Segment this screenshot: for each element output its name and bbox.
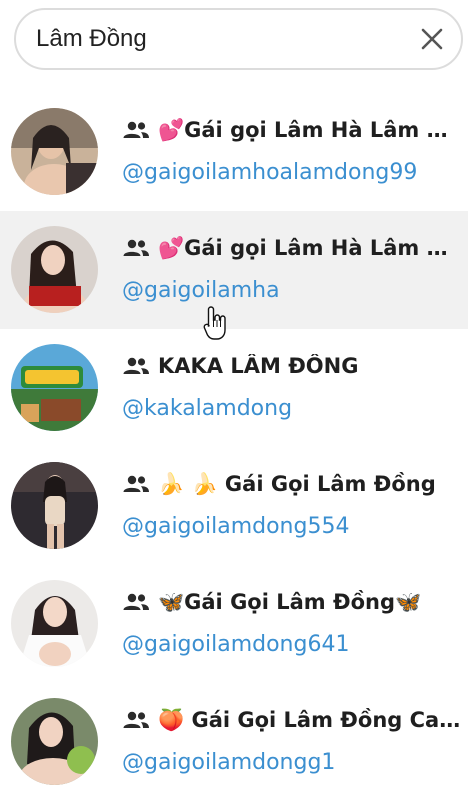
group-icon [123, 593, 149, 610]
group-icon [123, 475, 149, 492]
search-input[interactable] [16, 19, 407, 59]
avatar [11, 226, 98, 313]
result-handle[interactable]: @gaigoilamdongg1 [122, 750, 335, 775]
result-handle[interactable]: @gaigoilamdong641 [122, 632, 349, 657]
result-title: 🍌 🍌 Gái Gọi Lâm Đồng [122, 465, 462, 503]
result-item[interactable]: 🦋Gái Gọi Lâm Đồng🦋 @gaigoilamdong641 [0, 565, 468, 683]
hand-cursor-icon [203, 306, 226, 340]
search-bar [14, 8, 463, 70]
group-icon [123, 357, 149, 374]
result-handle[interactable]: @gaigoilamha [122, 278, 280, 303]
result-title: 💕Gái gọi Lâm Hà Lâm Đồng [122, 229, 462, 267]
result-handle[interactable]: @gaigoilamhoalamdong99 [122, 160, 417, 185]
result-handle[interactable]: @kakalamdong [122, 396, 292, 421]
search-results-list: 💕Gái gọi Lâm Hà Lâm Đồng @gaigoilamhoala… [0, 93, 468, 801]
avatar [11, 698, 98, 785]
result-item[interactable]: 🍑 Gái Gọi Lâm Đồng Cao Cấp @gaigoilamdon… [0, 683, 468, 801]
result-handle[interactable]: @gaigoilamdong554 [122, 514, 349, 539]
result-item[interactable]: 💕Gái gọi Lâm Hà Lâm Đồng @gaigoilamha [0, 211, 468, 329]
result-item[interactable]: KAKA LÂM ĐỒNG @kakalamdong [0, 329, 468, 447]
group-icon [123, 121, 149, 138]
result-title: KAKA LÂM ĐỒNG [122, 347, 462, 385]
result-item[interactable]: 🍌 🍌 Gái Gọi Lâm Đồng @gaigoilamdong554 [0, 447, 468, 565]
group-icon [123, 239, 149, 256]
avatar [11, 580, 98, 667]
close-icon [421, 28, 443, 50]
clear-search-button[interactable] [407, 14, 457, 64]
result-title: 🦋Gái Gọi Lâm Đồng🦋 [122, 583, 462, 621]
result-title: 💕Gái gọi Lâm Hà Lâm Đồng [122, 111, 462, 149]
avatar [11, 344, 98, 431]
avatar [11, 462, 98, 549]
result-title: 🍑 Gái Gọi Lâm Đồng Cao Cấp [122, 701, 462, 739]
avatar [11, 108, 98, 195]
result-item[interactable]: 💕Gái gọi Lâm Hà Lâm Đồng @gaigoilamhoala… [0, 93, 468, 211]
group-icon [123, 711, 149, 728]
